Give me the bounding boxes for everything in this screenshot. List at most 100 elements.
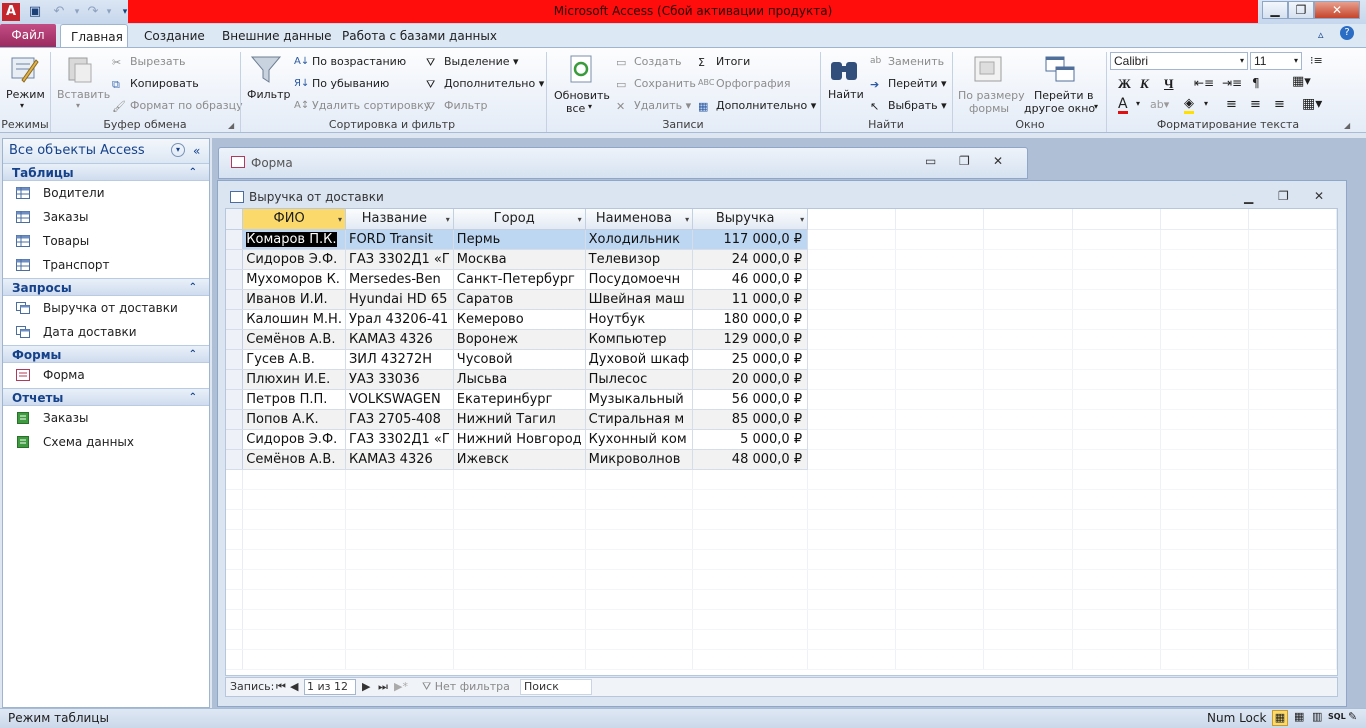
nav-item-orders-table[interactable]: Заказы: [3, 205, 209, 229]
font-color-button[interactable]: A: [1118, 97, 1128, 114]
record-selector[interactable]: [226, 429, 244, 450]
table-cell[interactable]: Сидоров Э.Ф.: [242, 249, 346, 270]
copy-button[interactable]: ⧉ Копировать: [112, 77, 199, 91]
italic-button[interactable]: К: [1140, 76, 1149, 92]
table-cell[interactable]: Попов А.К.: [242, 409, 346, 430]
table-cell[interactable]: Компьютер: [585, 329, 694, 350]
table-cell[interactable]: 11 000,0 ₽: [692, 289, 809, 310]
spelling-button[interactable]: ABC Орфография: [698, 77, 790, 90]
nav-section-tables[interactable]: Таблицы ⌃: [3, 163, 209, 181]
table-row[interactable]: Плюхин И.Е. УАЗ 33036 Лысьва Пылесос 20 000,…: [226, 369, 1338, 390]
column-header-city[interactable]: Город ▾: [453, 209, 586, 230]
datasheet-restore-button[interactable]: ❐: [1278, 189, 1289, 203]
table-row[interactable]: Сидоров Э.Ф. ГАЗ 3302Д1 «Г Нижний Новгород…: [226, 429, 1338, 450]
table-cell[interactable]: Петров П.П.: [242, 389, 346, 410]
find-label[interactable]: Найти: [828, 88, 864, 101]
form-restore-button[interactable]: ❐: [959, 154, 970, 168]
record-selector[interactable]: [226, 369, 244, 390]
filter-label[interactable]: Фильтр: [247, 88, 291, 101]
font-color-dropdown-icon[interactable]: ▾: [1136, 99, 1140, 108]
table-row[interactable]: Комаров П.К. FORD Transit Пермь Холодильник…: [226, 229, 1338, 250]
tab-home[interactable]: Главная: [60, 24, 128, 48]
table-cell[interactable]: Пылесос: [585, 369, 694, 390]
find-button[interactable]: [828, 54, 860, 87]
record-selector[interactable]: [226, 449, 244, 470]
table-cell[interactable]: Семёнов А.В.: [242, 329, 346, 350]
record-selector[interactable]: [226, 609, 244, 630]
table-cell[interactable]: Комаров П.К.: [242, 229, 346, 250]
advanced-filter-button[interactable]: ⛛ Дополнительно ▾: [426, 77, 544, 91]
align-left-icon[interactable]: ≡: [1226, 97, 1237, 112]
refresh-label-2[interactable]: все: [566, 102, 585, 115]
mode-dropdown-icon[interactable]: ▾: [20, 101, 24, 110]
record-selector[interactable]: [226, 509, 244, 530]
record-selector[interactable]: [226, 249, 244, 270]
table-cell[interactable]: Духовой шкаф: [585, 349, 694, 370]
rtl-icon[interactable]: ¶: [1252, 76, 1260, 90]
table-cell[interactable]: Пермь: [453, 229, 586, 250]
tab-file[interactable]: Файл: [0, 24, 56, 47]
font-size-select[interactable]: 11 ▾: [1250, 52, 1302, 70]
alternate-row-color-icon[interactable]: ▦▾: [1302, 96, 1322, 112]
column-header-revenue[interactable]: Выручка ▾: [692, 209, 809, 230]
design-view-icon[interactable]: ✎: [1348, 710, 1357, 723]
column-header-name[interactable]: Название ▾: [345, 209, 454, 230]
delete-record-button[interactable]: ✕ Удалить ▾: [616, 99, 691, 113]
record-selector[interactable]: [226, 329, 244, 350]
switch-windows-button[interactable]: [1044, 54, 1076, 87]
select-all-corner[interactable]: [226, 209, 244, 230]
new-record-button[interactable]: ▭ Создать: [616, 55, 682, 69]
table-cell[interactable]: Микроволнов: [585, 449, 694, 470]
mode-button[interactable]: [8, 54, 40, 87]
goto-button[interactable]: ➔ Перейти ▾: [870, 77, 947, 91]
table-cell[interactable]: Телевизор: [585, 249, 694, 270]
datasheet-minimize-button[interactable]: ▁: [1244, 190, 1253, 204]
sort-descending-button[interactable]: Я↓ По убыванию: [294, 77, 389, 90]
nav-item-form[interactable]: Форма: [3, 363, 209, 387]
more-records-button[interactable]: ▦ Дополнительно ▾: [698, 99, 816, 113]
table-cell[interactable]: Нижний Тагил: [453, 409, 586, 430]
record-selector[interactable]: [226, 289, 244, 310]
first-record-button[interactable]: ⏮: [276, 680, 286, 694]
table-cell[interactable]: 24 000,0 ₽: [692, 249, 809, 270]
close-button[interactable]: ✕: [1314, 1, 1360, 19]
ribbon-collapse-icon[interactable]: ▵: [1318, 28, 1324, 41]
table-cell[interactable]: 180 000,0 ₽: [692, 309, 809, 330]
table-cell[interactable]: ГАЗ 3302Д1 «Г: [345, 249, 454, 270]
pivot-table-view-icon[interactable]: ▦: [1294, 710, 1304, 723]
table-cell[interactable]: Швейная маш: [585, 289, 694, 310]
gridlines-icon[interactable]: ▦▾: [1292, 74, 1311, 89]
table-cell[interactable]: Воронеж: [453, 329, 586, 350]
nav-menu-dropdown-icon[interactable]: ▾: [171, 143, 185, 157]
table-cell[interactable]: Стиральная м: [585, 409, 694, 430]
datasheet-grid[interactable]: ФИО ▾ Название ▾ Город ▾ Наименова ▾ Выручка…: [225, 208, 1338, 676]
nav-item-delivery-date-query[interactable]: Дата доставки: [3, 320, 209, 344]
datasheet-view-icon[interactable]: ▦: [1272, 710, 1288, 726]
sort-ascending-button[interactable]: A↓ По возрастанию: [294, 55, 406, 68]
datasheet-table[interactable]: ФИО ▾ Название ▾ Город ▾ Наименова ▾ Выручка…: [226, 209, 1338, 670]
table-cell[interactable]: FORD Transit: [345, 229, 454, 250]
record-selector[interactable]: [226, 549, 244, 570]
select-button[interactable]: ↖ Выбрать ▾: [870, 99, 947, 113]
bold-button[interactable]: Ж: [1118, 76, 1131, 92]
fit-form-label-2[interactable]: формы: [969, 102, 1009, 115]
table-cell[interactable]: Ноутбук: [585, 309, 694, 330]
table-cell[interactable]: Чусовой: [453, 349, 586, 370]
table-row[interactable]: Иванов И.И. Hyundai HD 65 Саратов Швейная м…: [226, 289, 1338, 310]
record-selector[interactable]: [226, 589, 244, 610]
nav-item-orders-report[interactable]: Заказы: [3, 406, 209, 430]
fill-color-dropdown-icon[interactable]: ▾: [1204, 99, 1208, 108]
table-row[interactable]: Сидоров Э.Ф. ГАЗ 3302Д1 «Г Москва Телевизор…: [226, 249, 1338, 270]
table-cell[interactable]: КАМАЗ 4326: [345, 329, 454, 350]
mode-label[interactable]: Режим: [6, 88, 45, 101]
nav-collapse-icon[interactable]: «: [193, 139, 200, 163]
tab-database-tools[interactable]: Работа с базами данных: [332, 24, 507, 48]
nav-section-forms[interactable]: Формы ⌃: [3, 345, 209, 363]
remove-sort-button[interactable]: A↕ Удалить сортировку: [294, 99, 430, 112]
table-cell[interactable]: Москва: [453, 249, 586, 270]
paste-dropdown-icon[interactable]: ▾: [76, 101, 80, 110]
filter-button[interactable]: [250, 54, 282, 87]
help-icon[interactable]: ?: [1340, 26, 1354, 40]
datasheet-close-button[interactable]: ✕: [1314, 189, 1324, 203]
table-cell[interactable]: 56 000,0 ₽: [692, 389, 809, 410]
